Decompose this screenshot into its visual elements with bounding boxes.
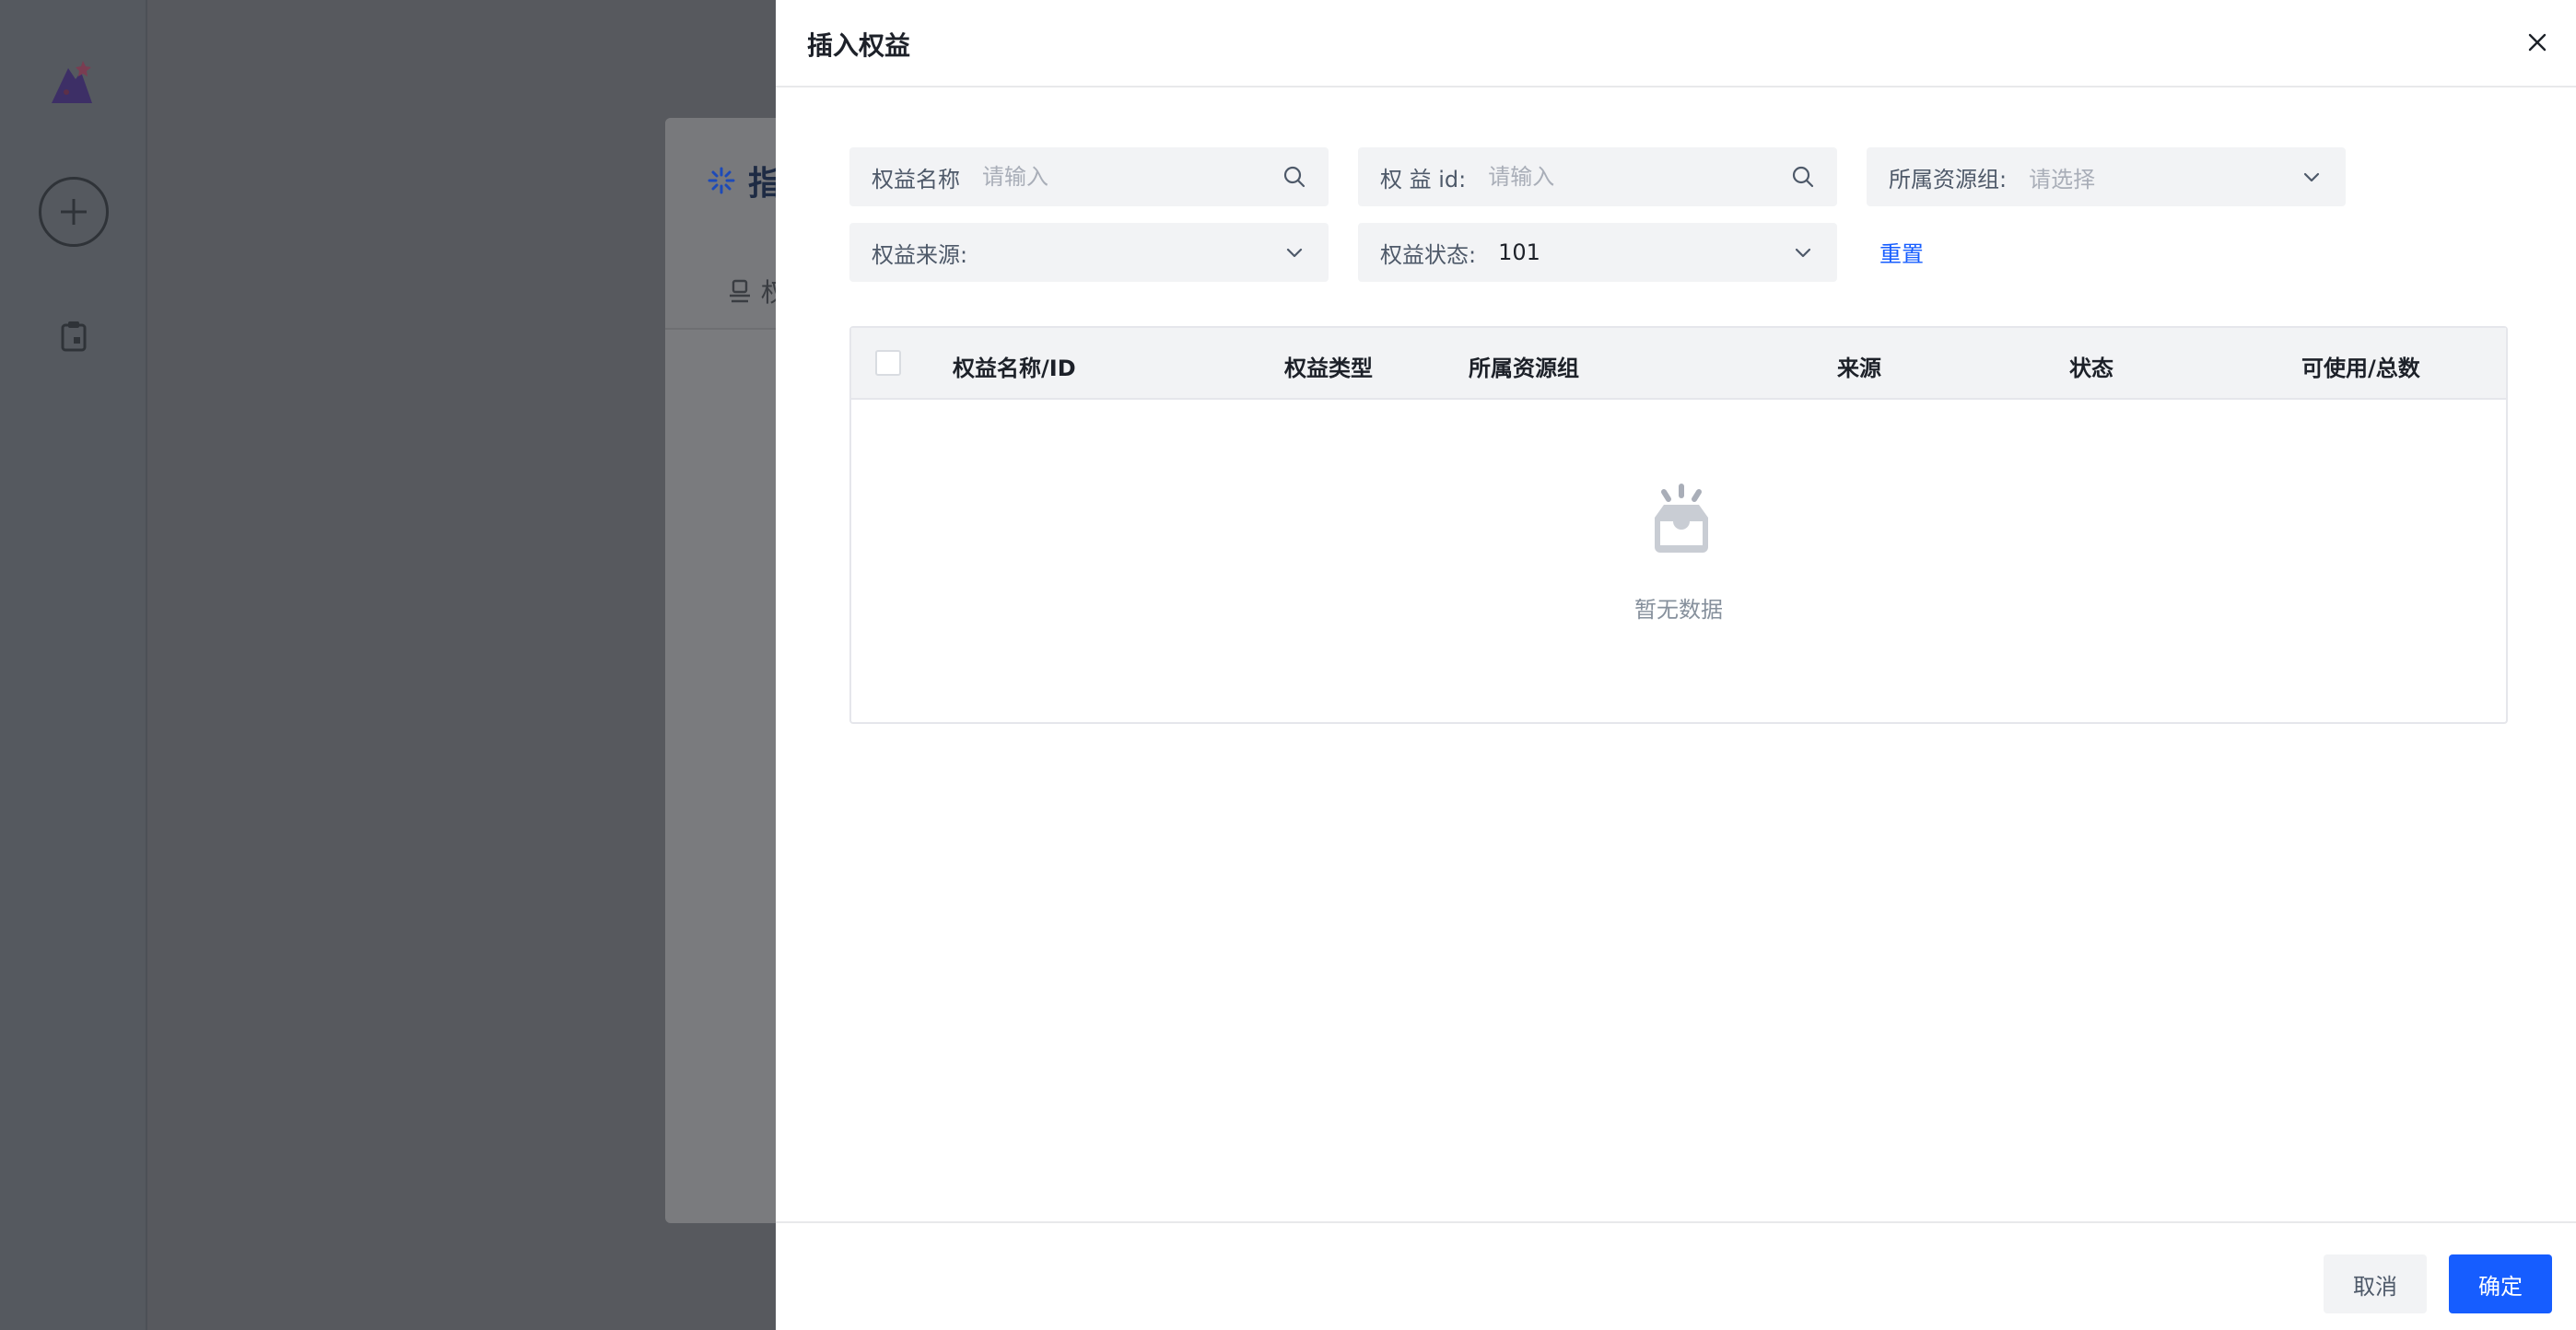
add-button[interactable]	[39, 177, 109, 247]
benefit-id-input[interactable]	[1488, 164, 1791, 190]
benefit-source-select[interactable]: 权益来源:	[849, 223, 1329, 282]
benefit-id-label: 权 益 id:	[1380, 166, 1467, 192]
empty-text: 暂无数据	[1634, 597, 1723, 623]
chevron-down-icon	[2303, 172, 2320, 182]
column-header-name-id: 权益名称/ID	[953, 356, 1076, 381]
benefit-name-input[interactable]	[982, 164, 1282, 190]
search-icon[interactable]	[1791, 165, 1815, 189]
benefit-name-field[interactable]: 权益名称	[849, 147, 1329, 206]
column-header-type: 权益类型	[1284, 356, 1373, 381]
column-header-source: 来源	[1837, 356, 1881, 381]
benefit-name-label: 权益名称	[872, 166, 960, 192]
empty-state: 暂无数据	[851, 400, 2506, 722]
benefit-status-label: 权益状态:	[1380, 241, 1477, 268]
app-sidebar	[0, 0, 147, 1330]
plus-icon	[61, 199, 87, 225]
sparkle-icon	[708, 167, 735, 194]
search-icon[interactable]	[1282, 165, 1306, 189]
resource-group-label: 所属资源组:	[1889, 166, 2008, 192]
confirm-button[interactable]: 确定	[2449, 1254, 2552, 1313]
resource-group-placeholder: 请选择	[2029, 166, 2096, 192]
resource-group-select[interactable]: 所属资源组: 请选择	[1867, 147, 2346, 206]
benefit-status-select[interactable]: 权益状态: 101	[1358, 223, 1837, 282]
cancel-button[interactable]: 取消	[2324, 1254, 2427, 1313]
app-logo-icon	[52, 61, 92, 103]
benefit-source-label: 权益来源:	[872, 241, 968, 268]
chevron-down-icon	[1286, 248, 1303, 258]
benefit-status-value: 101	[1498, 239, 1540, 265]
stamp-icon	[730, 279, 750, 303]
benefit-id-field[interactable]: 权 益 id:	[1358, 147, 1837, 206]
empty-inbox-icon	[1655, 484, 1708, 553]
drawer-header: 插入权益	[776, 0, 2576, 88]
clipboard-icon[interactable]	[61, 321, 87, 352]
drawer-footer: 取消 确定	[776, 1221, 2576, 1330]
column-header-status: 状态	[2069, 356, 2113, 381]
background-card-title: 指	[708, 157, 781, 204]
select-all-checkbox[interactable]	[875, 350, 901, 376]
reset-link[interactable]: 重置	[1879, 236, 1924, 268]
benefit-table: 权益名称/ID 权益类型 所属资源组 来源 状态 可使用/总数 暂无数据	[849, 326, 2508, 724]
column-header-resource-group: 所属资源组	[1469, 356, 1579, 381]
column-header-available-total: 可使用/总数	[2301, 356, 2420, 381]
close-icon	[2528, 33, 2547, 52]
close-button[interactable]	[2521, 26, 2554, 59]
chevron-down-icon	[1795, 248, 1811, 258]
drawer-title: 插入权益	[807, 30, 911, 61]
insert-benefit-drawer: 插入权益 权益名称 权 益 id: 所属资源组: 请选择 权益来源:	[776, 0, 2576, 1330]
table-header: 权益名称/ID 权益类型 所属资源组 来源 状态 可使用/总数	[851, 328, 2506, 400]
